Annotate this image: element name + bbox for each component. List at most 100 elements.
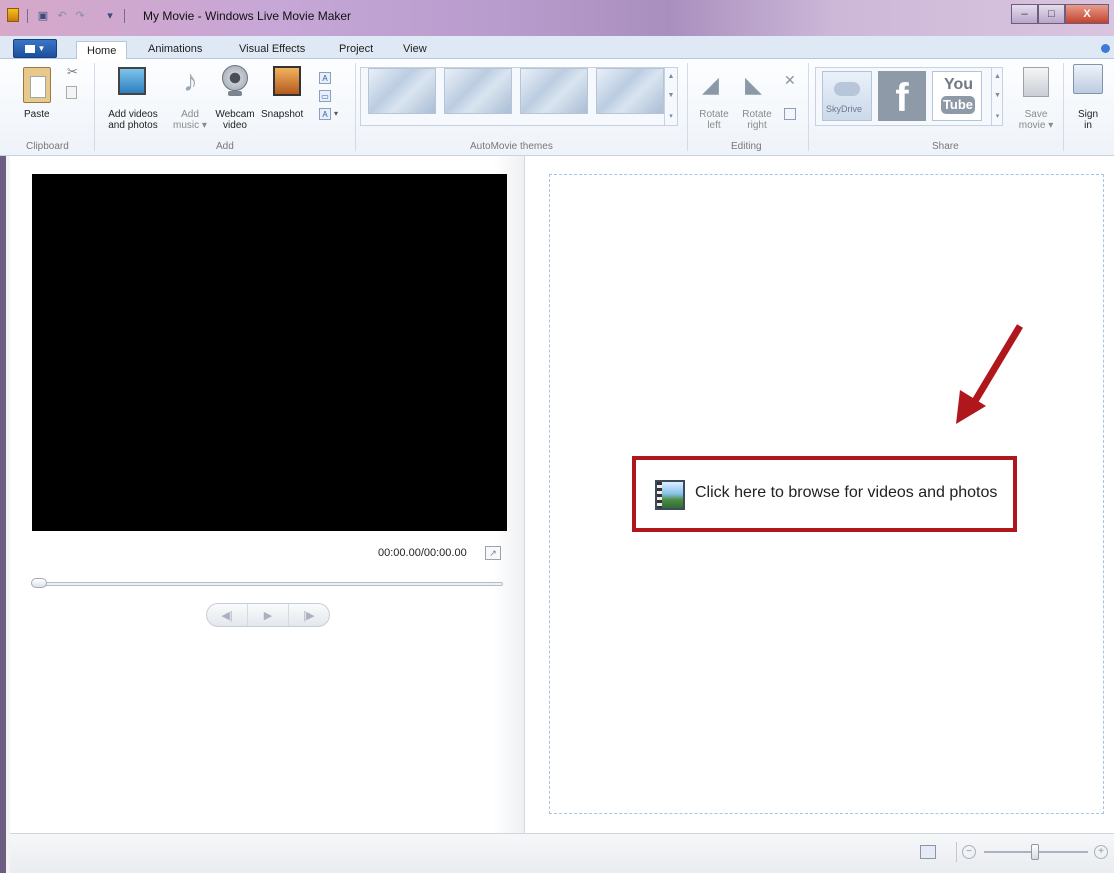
scroll-up-icon[interactable]: ▲ bbox=[994, 73, 1001, 80]
close-button[interactable]: X bbox=[1065, 4, 1109, 24]
gallery-more-icon[interactable]: ▾ bbox=[996, 112, 1000, 120]
save-movie-icon[interactable] bbox=[1023, 67, 1049, 97]
label-line: left bbox=[707, 120, 721, 131]
seek-bar[interactable] bbox=[33, 582, 503, 586]
group-label-add: Add bbox=[216, 141, 234, 152]
label-line: right bbox=[747, 120, 767, 131]
maximize-button[interactable]: □ bbox=[1038, 4, 1065, 24]
group-label-editing: Editing bbox=[731, 141, 762, 152]
customize-quick-access-icon[interactable]: ▾ bbox=[103, 8, 117, 22]
skydrive-icon[interactable]: SkyDrive bbox=[822, 71, 872, 121]
facebook-icon[interactable]: f bbox=[878, 71, 926, 121]
save-movie-button-label[interactable]: Save movie ▾ bbox=[1016, 109, 1056, 131]
play-button[interactable]: ▶ bbox=[248, 604, 289, 626]
group-separator bbox=[808, 63, 809, 151]
group-label-share: Share bbox=[932, 141, 959, 152]
title-icon[interactable]: A bbox=[319, 72, 331, 84]
youtube-you-text: You bbox=[944, 76, 974, 93]
label-line: and photos bbox=[108, 120, 158, 131]
snapshot-icon[interactable] bbox=[273, 66, 301, 96]
rotate-left-button-label[interactable]: Rotate left bbox=[694, 109, 734, 131]
video-preview-screen[interactable] bbox=[32, 174, 507, 531]
remove-icon[interactable]: ✕ bbox=[784, 72, 796, 89]
label-line: Sign bbox=[1077, 109, 1098, 120]
file-menu-button[interactable]: ▼ bbox=[13, 39, 57, 58]
gallery-more-icon[interactable]: ▾ bbox=[669, 112, 673, 120]
next-frame-button[interactable]: |▶ bbox=[289, 604, 329, 626]
fullscreen-icon[interactable]: ↗ bbox=[485, 546, 501, 560]
sign-in-button-label[interactable]: Sign in bbox=[1072, 109, 1104, 131]
theme-thumbnail[interactable] bbox=[368, 68, 436, 114]
minimize-button[interactable]: – bbox=[1011, 4, 1038, 24]
add-videos-icon[interactable] bbox=[118, 67, 146, 95]
previous-frame-button[interactable]: ◀| bbox=[207, 604, 248, 626]
undo-icon[interactable]: ↶ bbox=[55, 8, 69, 22]
status-bar bbox=[10, 833, 1114, 873]
zoom-out-button[interactable]: − bbox=[962, 845, 976, 859]
select-all-icon[interactable] bbox=[784, 108, 796, 120]
scroll-down-icon[interactable]: ▼ bbox=[668, 92, 675, 99]
theme-thumbnail[interactable] bbox=[596, 68, 664, 114]
window-title: My Movie - Windows Live Movie Maker bbox=[143, 9, 352, 23]
status-separator bbox=[956, 842, 957, 862]
credits-icon[interactable]: A bbox=[319, 108, 331, 120]
scroll-up-icon[interactable]: ▲ bbox=[668, 73, 675, 80]
group-label-themes: AutoMovie themes bbox=[470, 141, 553, 152]
tab-home[interactable]: Home bbox=[76, 41, 128, 60]
youtube-icon[interactable]: You Tube bbox=[932, 71, 982, 121]
caption-icon[interactable]: ▭ bbox=[319, 90, 331, 102]
window-controls: – □ X bbox=[1011, 4, 1109, 24]
group-separator bbox=[355, 63, 356, 151]
rotate-right-icon[interactable]: ◣ bbox=[745, 74, 771, 96]
paste-icon[interactable] bbox=[23, 67, 51, 103]
theme-thumbnail[interactable] bbox=[444, 68, 512, 114]
seek-handle[interactable] bbox=[31, 578, 47, 588]
sign-in-icon[interactable] bbox=[1073, 64, 1103, 94]
copy-icon[interactable] bbox=[66, 86, 77, 99]
cut-icon[interactable]: ✂ bbox=[67, 64, 78, 80]
tab-visual-effects[interactable]: Visual Effects bbox=[239, 40, 305, 59]
zoom-slider-handle[interactable] bbox=[1031, 844, 1039, 860]
chevron-down-icon[interactable]: ▾ bbox=[334, 109, 338, 118]
label-line: Rotate bbox=[699, 109, 729, 120]
annotation-arrow bbox=[956, 324, 1024, 424]
file-menu-icon bbox=[24, 44, 35, 53]
music-note-icon[interactable]: ♪ bbox=[183, 67, 198, 97]
rotate-right-button-label[interactable]: Rotate right bbox=[737, 109, 777, 131]
label-line: Add bbox=[181, 109, 199, 120]
playback-controls: ◀| ▶ |▶ bbox=[206, 603, 330, 627]
group-label-clipboard: Clipboard bbox=[26, 141, 69, 152]
storyboard-view-icon[interactable] bbox=[920, 845, 936, 859]
tab-project[interactable]: Project bbox=[339, 40, 373, 59]
webcam-icon[interactable] bbox=[222, 65, 248, 91]
rotate-left-icon[interactable]: ◢ bbox=[702, 74, 728, 96]
theme-thumbnail[interactable] bbox=[520, 68, 588, 114]
label-line: in bbox=[1084, 120, 1092, 131]
tab-view[interactable]: View bbox=[403, 40, 427, 59]
paste-button-label[interactable]: Paste bbox=[24, 109, 50, 120]
share-gallery-scroll[interactable]: ▲ ▼ ▾ bbox=[991, 67, 1003, 126]
ribbon-tab-row: ▼ Home Animations Visual Effects Project… bbox=[0, 36, 1114, 60]
add-videos-button-label[interactable]: Add videos and photos bbox=[102, 109, 164, 131]
tab-animations[interactable]: Animations bbox=[148, 40, 202, 59]
app-icon[interactable] bbox=[7, 8, 19, 22]
add-videos-icon[interactable] bbox=[655, 480, 685, 510]
redo-icon[interactable]: ↷ bbox=[73, 8, 87, 22]
save-icon[interactable]: ▣ bbox=[36, 8, 50, 22]
scroll-down-icon[interactable]: ▼ bbox=[994, 92, 1001, 99]
label-line: video bbox=[223, 120, 247, 131]
browse-for-videos-link[interactable]: Click here to browse for videos and phot… bbox=[695, 484, 997, 502]
gallery-scroll[interactable]: ▲ ▼ ▾ bbox=[664, 67, 677, 126]
ribbon: ✂ Paste Clipboard Add videos and photos … bbox=[0, 59, 1114, 156]
add-music-button-label[interactable]: Add music ▾ bbox=[170, 109, 210, 131]
zoom-in-button[interactable]: + bbox=[1094, 845, 1108, 859]
youtube-tube-text: Tube bbox=[941, 96, 975, 114]
label-line: Webcam bbox=[215, 109, 255, 120]
title-separator bbox=[124, 9, 125, 23]
label-line: Rotate bbox=[742, 109, 772, 120]
webcam-base bbox=[228, 91, 242, 96]
help-icon[interactable] bbox=[1101, 44, 1110, 53]
snapshot-button-label[interactable]: Snapshot bbox=[261, 109, 303, 120]
webcam-video-button-label[interactable]: Webcam video bbox=[210, 109, 260, 131]
title-separator bbox=[27, 9, 28, 23]
